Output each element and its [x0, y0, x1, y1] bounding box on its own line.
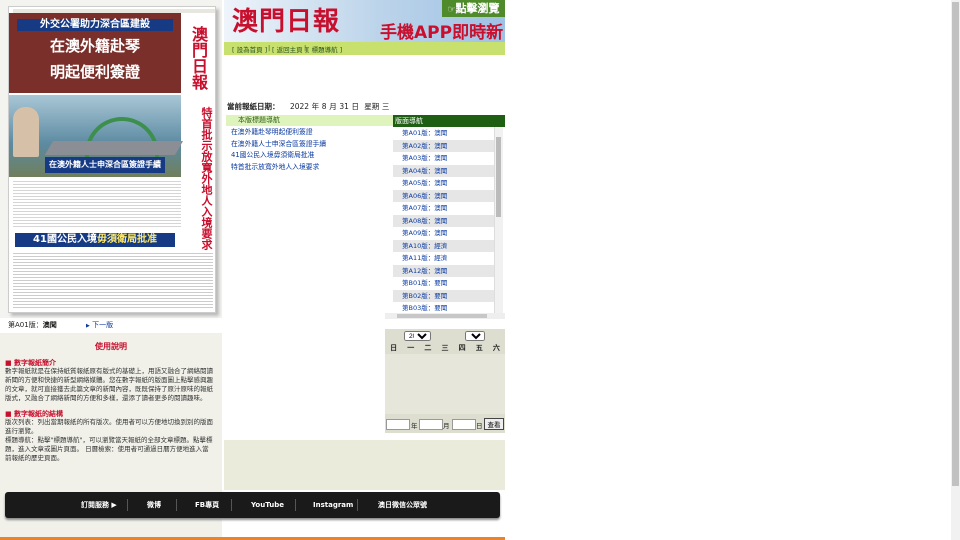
bottom-headline-pre: 41國公民入境: [33, 234, 97, 245]
footer-youtube-link[interactable]: YouTube: [251, 492, 284, 518]
edition-item[interactable]: 第A02版：澳聞: [393, 139, 494, 152]
set-home-link[interactable]: [ 設為首頁 ]: [232, 44, 267, 54]
edition-item[interactable]: 第A04版：澳聞: [393, 164, 494, 177]
headline-nav-link[interactable]: [ 標題導航 ]: [307, 44, 342, 54]
edition-item[interactable]: 第B02版：要聞: [393, 289, 494, 302]
calendar-month-select[interactable]: 1: [465, 331, 485, 341]
front-headline-2: 明起便利簽證: [49, 63, 140, 81]
article-text-column: [13, 179, 181, 229]
current-page-label: 第A01版：澳聞: [8, 321, 57, 329]
headline-item[interactable]: 41國公民入境毋須衛局批准: [226, 150, 393, 162]
bottom-headline[interactable]: 41國公民入境毋須衛局批准: [15, 233, 175, 247]
edition-item[interactable]: 第A12版：澳聞: [393, 264, 494, 277]
footer-links-bar: 訂閱服務 ▶ 微博 FB專頁 YouTube Instagram 澳日微信公眾號: [5, 492, 500, 518]
top-nav-bar: [ 設為首頁 ] | [ 返回主頁 ] | [ 標題導航 ]: [224, 42, 505, 55]
blank-panel: [224, 318, 385, 440]
date-month: 8: [321, 102, 327, 111]
help-title: 使用說明: [95, 342, 127, 351]
headline-nav-header: 本版標題導航: [226, 115, 393, 126]
nav-separator: |: [268, 44, 271, 52]
bottom-text-block: [13, 251, 213, 309]
vertical-headline[interactable]: 特首批示放寬外地人入境要求: [185, 107, 213, 257]
nav-separator: |: [304, 44, 307, 52]
edition-item[interactable]: 第B01版：要聞: [393, 277, 494, 290]
front-headline-block[interactable]: 外交公署助力深合區建設 在澳外籍赴琴 明起便利簽證: [9, 13, 181, 93]
page-scrollbar[interactable]: [951, 0, 960, 540]
current-page-name: 澳聞: [42, 321, 57, 329]
calendar-year-select[interactable]: 2006: [404, 331, 431, 341]
front-headline-1: 在澳外籍赴琴: [49, 37, 140, 55]
footer-facebook-link[interactable]: FB專頁: [195, 492, 219, 518]
date-day: 31: [339, 102, 349, 111]
edition-list-hscrollbar[interactable]: [385, 313, 505, 319]
current-issue-date: 當前報紙日期： 2022 年 8 月 31 日 星期 三: [227, 102, 390, 111]
calendar-search: 2006 1 日 一 二 三 四 五 六 年 月 日 查看: [385, 329, 505, 433]
edition-item[interactable]: 第A06版：澳聞: [393, 189, 494, 202]
date-weekday: 三: [381, 102, 390, 111]
date-year: 2022: [289, 102, 310, 111]
edition-list-scrollbar[interactable]: [494, 127, 503, 313]
edition-item[interactable]: 第A11版：經濟: [393, 252, 494, 265]
view-app-button[interactable]: ☞點擊瀏覽: [442, 0, 505, 17]
front-top-banner: 外交公署助力深合區建設: [17, 19, 173, 31]
help-section2-text-2: 標題導航：點擊"標題導航"，可以瀏覽當天報紙的全部文章標題。點擊標題，進入文章或…: [5, 436, 213, 462]
edition-item[interactable]: 第A03版：澳聞: [393, 152, 494, 165]
calendar-month-input[interactable]: [419, 419, 443, 430]
headline-item[interactable]: 特首批示放寬外地人入境要求: [226, 162, 393, 174]
bottom-headline-em: 毋須衛局批准: [96, 234, 157, 245]
edition-item[interactable]: 第B03版：要聞: [393, 302, 494, 313]
footer-subscribe-link[interactable]: 訂閱服務 ▶: [81, 492, 117, 518]
edition-item[interactable]: 第A01版：澳聞: [393, 127, 494, 140]
edition-item[interactable]: 第A10版：經濟: [393, 239, 494, 252]
edition-nav-header: 版面導航: [393, 115, 505, 127]
empty-area: [224, 440, 505, 490]
calendar-weekday-header: 日 一 二 三 四 五 六: [390, 344, 500, 352]
edition-item[interactable]: 第A08版：澳聞: [393, 214, 494, 227]
help-section1-text: 數字報紙就是在保持紙質報紙原有版式的基礎上，用語又融合了網絡閱讀新聞的方便和快捷…: [5, 367, 213, 402]
triangle-right-icon: ▶: [86, 323, 90, 329]
footer-weibo-link[interactable]: 微博: [147, 492, 161, 518]
newspaper-page-image[interactable]: 外交公署助力深合區建設 在澳外籍赴琴 明起便利簽證 澳門日報 在澳外籍人士申深合…: [8, 6, 216, 313]
paper-masthead: 澳門日報: [183, 13, 213, 103]
headline-item[interactable]: 在澳外籍赴琴明起便利簽證: [226, 127, 393, 139]
back-home-link[interactable]: [ 返回主頁 ]: [272, 44, 307, 54]
calendar-year-input[interactable]: [386, 419, 410, 430]
help-section2-text-1: 版次列表：列出當期報紙的所有版次。使用者可以方便地切換到別的版面進行瀏覽。: [5, 418, 213, 435]
calendar-grid[interactable]: [385, 354, 505, 414]
headline-item[interactable]: 在澳外籍人士申深合區簽證手續: [226, 139, 393, 151]
edition-item[interactable]: 第A07版：澳聞: [393, 202, 494, 215]
edition-item[interactable]: 第A09版：澳聞: [393, 227, 494, 240]
footer-wechat-link[interactable]: 澳日微信公眾號: [378, 492, 427, 518]
calendar-search-button[interactable]: 查看: [484, 418, 504, 430]
headline-nav-list: 在澳外籍赴琴明起便利簽證 在澳外籍人士申深合區簽證手續 41國公民入境毋須衛局批…: [226, 127, 393, 173]
pointer-hand-icon: ☞: [447, 5, 456, 15]
footer-instagram-link[interactable]: Instagram: [313, 492, 353, 518]
photo-caption-headline[interactable]: 在澳外籍人士申深合區簽證手續: [45, 157, 165, 173]
site-logo: 澳門日報: [232, 7, 341, 37]
app-promo-title: 手機APP即時新聞: [380, 23, 504, 42]
edition-item[interactable]: 第A05版：澳聞: [393, 177, 494, 190]
calendar-day-input[interactable]: [452, 419, 476, 430]
app-banner[interactable]: 澳門日報 手機APP即時新聞 ☞點擊瀏覽: [224, 0, 505, 42]
edition-nav-list: 第A01版：澳聞 第A02版：澳聞 第A03版：澳聞 第A04版：澳聞 第A05…: [393, 127, 505, 313]
next-page-link[interactable]: ▶ 下一版: [86, 320, 113, 330]
newspaper-page-area: 外交公署助力深合區建設 在澳外籍赴琴 明起便利簽證 澳門日報 在澳外籍人士申深合…: [0, 0, 222, 318]
